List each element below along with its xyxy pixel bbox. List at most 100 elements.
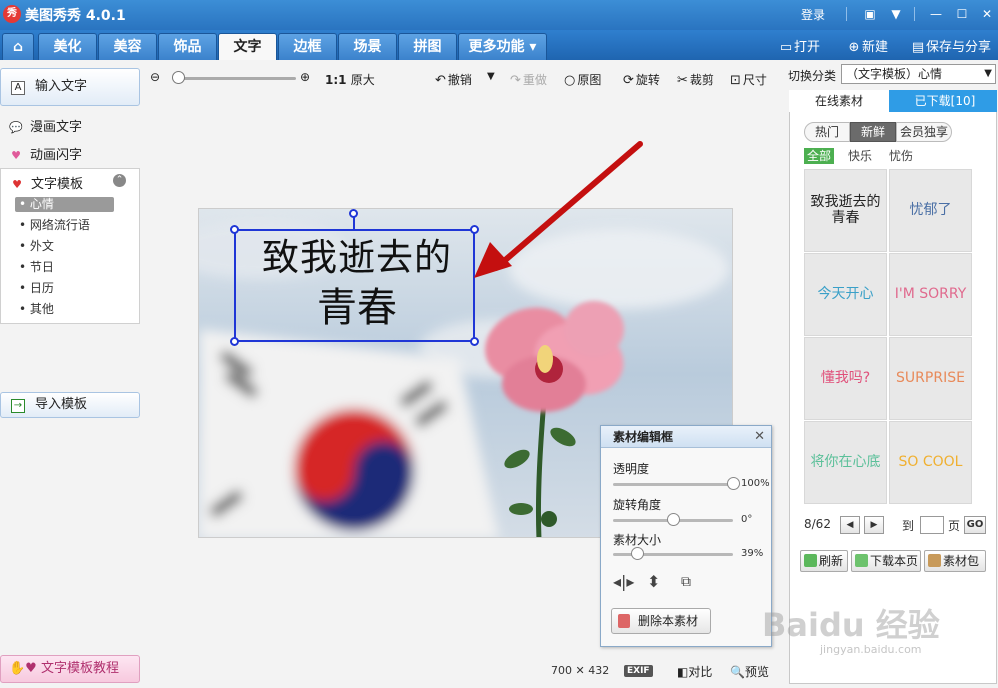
template-item-label: 节日 bbox=[29, 260, 54, 274]
rotation-slider-thumb[interactable] bbox=[666, 513, 680, 526]
template-item-foreign[interactable]: • 外文 bbox=[15, 239, 114, 254]
opacity-slider-thumb[interactable] bbox=[726, 477, 740, 490]
thumbnail-item[interactable]: 将你在心底 bbox=[804, 421, 887, 504]
category-happy[interactable]: 快乐 bbox=[845, 148, 875, 164]
minimize-icon[interactable]: — bbox=[928, 6, 944, 22]
zoom-in-icon[interactable]: ⊕ bbox=[300, 70, 310, 84]
undo-button[interactable]: ↶ 撤销 bbox=[435, 71, 472, 88]
tab-frame[interactable]: 边框 bbox=[278, 33, 337, 60]
template-item-mood[interactable]: • 心情 bbox=[15, 197, 114, 212]
resize-button[interactable]: ⊡ 尺寸 bbox=[730, 71, 767, 88]
thumbnail-item[interactable]: 懂我吗? bbox=[804, 337, 887, 420]
opacity-slider[interactable] bbox=[613, 483, 733, 486]
feedback-icon[interactable]: ▣ bbox=[862, 6, 878, 22]
crop-button[interactable]: ✂ 裁剪 bbox=[677, 71, 714, 88]
zoom-slider-thumb[interactable] bbox=[172, 71, 185, 84]
tab-collage[interactable]: 拼图 bbox=[398, 33, 457, 60]
exif-badge[interactable]: EXIF bbox=[624, 665, 653, 677]
tab-downloaded[interactable]: 已下载[10] bbox=[893, 90, 997, 112]
tab-accessories[interactable]: 饰品 bbox=[158, 33, 217, 60]
template-item-holiday[interactable]: • 节日 bbox=[15, 260, 114, 275]
next-page-button[interactable]: ▶ bbox=[864, 516, 884, 534]
comic-text-item[interactable]: 💬 漫画文字 bbox=[8, 116, 82, 135]
one-to-one-label: 1:1 bbox=[325, 73, 347, 87]
rotate-icon: ⟳ bbox=[623, 73, 634, 88]
template-item-other[interactable]: • 其他 bbox=[15, 302, 114, 317]
original-image-button[interactable]: ○ 原图 bbox=[564, 71, 601, 88]
text-overlay-line2: 青春 bbox=[317, 285, 397, 331]
home-tab[interactable]: ⌂ bbox=[2, 33, 34, 60]
text-template-tutorial-button[interactable]: ✋♥ 文字模板教程 bbox=[0, 655, 140, 683]
text-template-header[interactable]: ♥ 文字模板 bbox=[9, 173, 83, 192]
pagination: 8/62 ◀ ▶ 到 页 GO bbox=[804, 516, 994, 538]
rotate-button[interactable]: ⟳ 旋转 bbox=[623, 71, 660, 88]
input-text-button[interactable]: A 输入文字 bbox=[0, 68, 140, 106]
zoom-slider[interactable] bbox=[176, 77, 296, 80]
resize-handle[interactable] bbox=[230, 225, 239, 234]
duplicate-icon[interactable]: ⧉ bbox=[681, 574, 691, 590]
login-link[interactable]: 登录 bbox=[801, 6, 825, 23]
filter-new[interactable]: 新鲜 bbox=[850, 122, 896, 142]
category-sad[interactable]: 忧伤 bbox=[886, 148, 916, 164]
times-icon: ✕ bbox=[575, 664, 585, 677]
flip-horizontal-icon[interactable]: ◂|▸ bbox=[613, 572, 634, 591]
tab-online-material[interactable]: 在线素材 bbox=[789, 90, 889, 112]
tab-text[interactable]: 文字 bbox=[218, 33, 277, 60]
home-icon: ⌂ bbox=[12, 39, 24, 55]
resize-handle[interactable] bbox=[470, 337, 479, 346]
thumbnail-text: 致我逝去的 青春 bbox=[810, 194, 881, 226]
save-share-button[interactable]: ▤ 保存与分享 bbox=[910, 36, 991, 55]
material-pack-button[interactable]: 素材包 bbox=[924, 550, 986, 572]
animated-text-item[interactable]: ♥ 动画闪字 bbox=[8, 144, 82, 163]
thumbnail-item[interactable]: SO COOL bbox=[889, 421, 972, 504]
tab-scene[interactable]: 场景 bbox=[338, 33, 397, 60]
template-item-internet-slang[interactable]: • 网络流行语 bbox=[15, 218, 114, 233]
material-editor-title[interactable]: 素材编辑框 bbox=[601, 426, 771, 448]
category-select[interactable]: （文字模板）心情 ▼ bbox=[841, 64, 996, 84]
collapse-icon[interactable]: ⌃ bbox=[113, 174, 126, 187]
image-height: 432 bbox=[588, 664, 610, 677]
flip-vertical-icon[interactable]: ⬍ bbox=[647, 572, 660, 591]
download-icon bbox=[855, 554, 868, 567]
delete-material-button[interactable]: 删除本素材 bbox=[611, 608, 711, 634]
template-item-calendar[interactable]: • 日历 bbox=[15, 281, 114, 296]
preview-button[interactable]: 🔍预览 bbox=[730, 663, 769, 680]
download-page-button[interactable]: 下载本页 bbox=[851, 550, 921, 572]
template-item-label: 外文 bbox=[29, 239, 54, 253]
zoom-out-icon[interactable]: ⊖ bbox=[150, 70, 160, 84]
resize-handle[interactable] bbox=[230, 337, 239, 346]
menu-icon[interactable]: ▼ bbox=[888, 6, 904, 22]
maximize-icon[interactable]: ☐ bbox=[954, 6, 970, 22]
thumbnail-item[interactable]: 致我逝去的 青春 bbox=[804, 169, 887, 252]
close-icon[interactable]: ✕ bbox=[754, 429, 765, 444]
open-button[interactable]: ▭ 打开 bbox=[778, 36, 820, 55]
new-button[interactable]: ⊕ 新建 bbox=[846, 36, 888, 55]
prev-page-button[interactable]: ◀ bbox=[840, 516, 860, 534]
page-number-input[interactable] bbox=[920, 516, 944, 534]
tab-more-features[interactable]: 更多功能 ▾ bbox=[458, 33, 547, 60]
tab-beautify[interactable]: 美化 bbox=[38, 33, 97, 60]
new-label: 新建 bbox=[862, 40, 889, 55]
thumbnail-item[interactable]: 忧郁了 bbox=[889, 169, 972, 252]
import-template-button[interactable]: → 导入模板 bbox=[0, 392, 140, 418]
tutorial-label: 文字模板教程 bbox=[40, 661, 119, 676]
redo-button[interactable]: ↷ 重做 bbox=[510, 71, 547, 88]
actual-size-button[interactable]: 1:1 原大 bbox=[325, 71, 375, 88]
compare-button[interactable]: ◧对比 bbox=[677, 663, 712, 680]
thumbnail-item[interactable]: SURPRISE bbox=[889, 337, 972, 420]
close-window-icon[interactable]: ✕ bbox=[979, 6, 995, 22]
package-icon bbox=[928, 554, 941, 567]
go-button[interactable]: GO bbox=[964, 516, 986, 534]
filter-hot[interactable]: 热门 bbox=[804, 122, 850, 142]
thumbnail-item[interactable]: I'M SORRY bbox=[889, 253, 972, 336]
undo-dropdown-icon[interactable]: ▼ bbox=[487, 71, 495, 82]
tab-beauty[interactable]: 美容 bbox=[98, 33, 157, 60]
text-overlay-line1: 致我逝去的 bbox=[262, 236, 452, 279]
filter-members-only[interactable]: 会员独享 bbox=[896, 122, 952, 142]
plus-circle-icon: ⊕ bbox=[848, 40, 860, 55]
thumbnail-item[interactable]: 今天开心 bbox=[804, 253, 887, 336]
size-slider-thumb[interactable] bbox=[630, 547, 644, 560]
refresh-button[interactable]: 刷新 bbox=[800, 550, 848, 572]
heart-sparkle-icon: ♥ bbox=[11, 149, 21, 162]
category-all[interactable]: 全部 bbox=[804, 148, 835, 164]
